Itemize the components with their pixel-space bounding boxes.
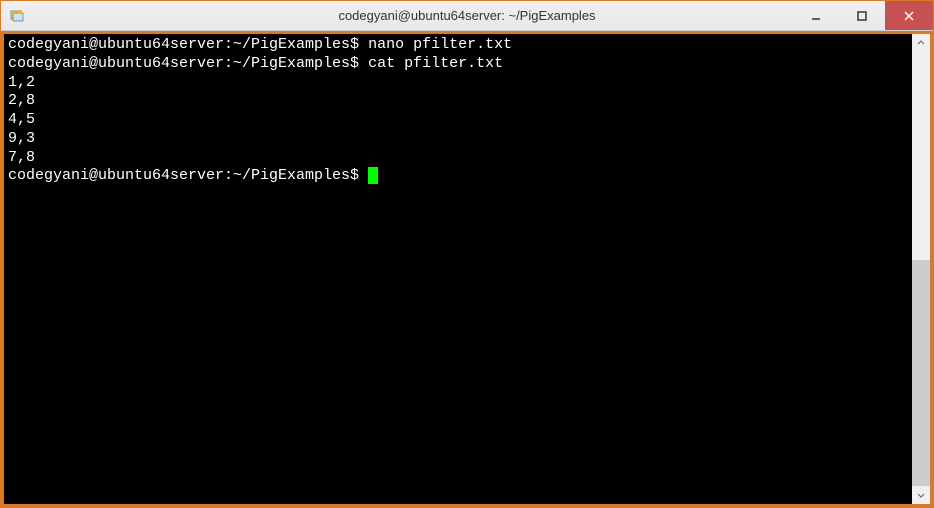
command: cat pfilter.txt bbox=[368, 55, 503, 72]
scroll-up-button[interactable] bbox=[912, 34, 930, 52]
cursor bbox=[368, 167, 378, 184]
scrollbar-track[interactable] bbox=[912, 52, 930, 486]
minimize-icon bbox=[811, 11, 821, 21]
terminal[interactable]: codegyani@ubuntu64server:~/PigExamples$ … bbox=[4, 34, 912, 504]
chevron-down-icon bbox=[917, 491, 925, 499]
minimize-button[interactable] bbox=[793, 1, 839, 30]
maximize-button[interactable] bbox=[839, 1, 885, 30]
current-prompt: codegyani@ubuntu64server:~/PigExamples$ bbox=[8, 167, 359, 184]
maximize-icon bbox=[857, 11, 867, 21]
scroll-down-button[interactable] bbox=[912, 486, 930, 504]
terminal-wrapper: codegyani@ubuntu64server:~/PigExamples$ … bbox=[1, 31, 933, 507]
window-controls bbox=[793, 1, 933, 30]
scrollbar[interactable] bbox=[912, 34, 930, 504]
window-title: codegyani@ubuntu64server: ~/PigExamples bbox=[338, 8, 595, 23]
output-line: 9,3 bbox=[8, 130, 35, 147]
app-icon bbox=[9, 8, 25, 24]
chevron-up-icon bbox=[917, 39, 925, 47]
close-icon bbox=[903, 10, 915, 22]
scrollbar-thumb[interactable] bbox=[912, 260, 930, 486]
output-line: 7,8 bbox=[8, 149, 35, 166]
close-button[interactable] bbox=[885, 1, 933, 30]
output-line: 1,2 bbox=[8, 74, 35, 91]
output-line: 2,8 bbox=[8, 92, 35, 109]
command: nano pfilter.txt bbox=[368, 36, 512, 53]
prompt: codegyani@ubuntu64server:~/PigExamples$ bbox=[8, 55, 359, 72]
prompt: codegyani@ubuntu64server:~/PigExamples$ bbox=[8, 36, 359, 53]
output-line: 4,5 bbox=[8, 111, 35, 128]
terminal-window: codegyani@ubuntu64server: ~/PigExamples bbox=[0, 0, 934, 508]
titlebar[interactable]: codegyani@ubuntu64server: ~/PigExamples bbox=[1, 1, 933, 31]
